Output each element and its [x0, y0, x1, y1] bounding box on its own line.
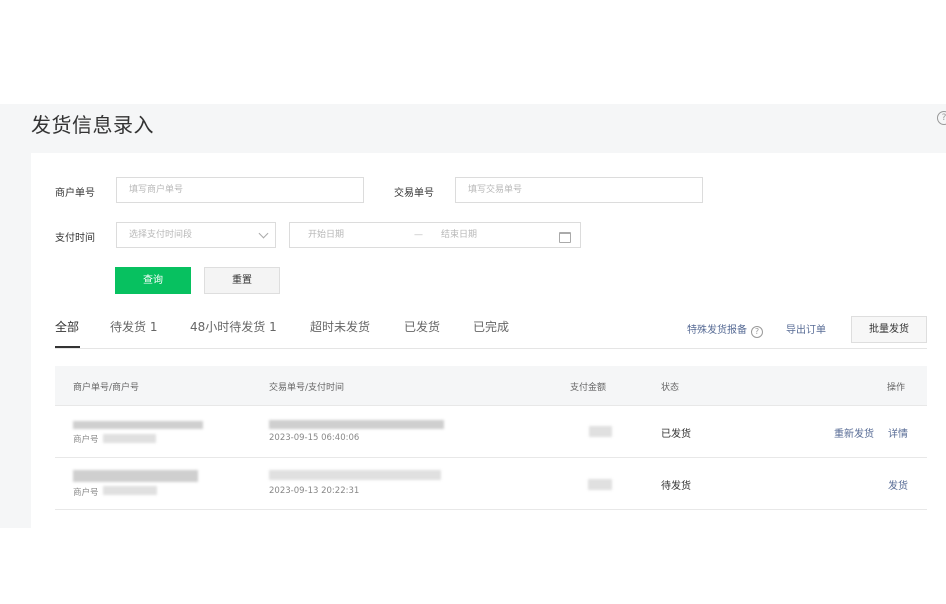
trade-no-input[interactable]: 填写交易单号 [455, 177, 703, 203]
trade-no-redacted [269, 420, 444, 429]
merchant-id-label: 商户号 [73, 435, 99, 445]
tab-completed[interactable]: 已完成 [473, 318, 509, 335]
date-range-picker[interactable]: 开始日期 — 结束日期 [289, 222, 581, 248]
tab-shipped[interactable]: 已发货 [404, 318, 440, 335]
col-amount: 支付金额 [570, 383, 607, 393]
tab-48h-pending[interactable]: 48小时待发货 1 [190, 318, 277, 335]
special-report-label: 特殊发货报备 [687, 325, 747, 336]
help-icon[interactable]: ? [937, 111, 946, 125]
date-start-placeholder: 开始日期 [308, 230, 345, 240]
page-title: 发货信息录入 [31, 113, 154, 137]
calendar-icon [559, 232, 571, 243]
pay-time: 2023-09-15 06:40:06 [269, 433, 360, 443]
date-end-placeholder: 结束日期 [441, 230, 478, 240]
query-button[interactable]: 查询 [115, 267, 191, 294]
detail-button[interactable]: 详情 [888, 425, 908, 440]
reset-button[interactable]: 重置 [204, 267, 280, 294]
merchant-id-redacted [103, 486, 157, 495]
question-circle-icon[interactable]: ? [751, 326, 763, 338]
pay-time-label: 支付时间 [55, 233, 95, 244]
tabs-divider [55, 348, 927, 349]
row-divider [55, 509, 927, 510]
date-separator: — [414, 230, 423, 240]
col-merchant: 商户单号/商户号 [73, 383, 140, 393]
merchant-order-label: 商户单号 [55, 188, 95, 199]
merchant-order-redacted [73, 470, 198, 482]
col-trade: 交易单号/支付时间 [269, 383, 345, 393]
status-badge: 待发货 [661, 481, 691, 492]
pay-time-select-value: 选择支付时间段 [129, 230, 193, 240]
pay-time-select[interactable]: 选择支付时间段 [116, 222, 276, 248]
row-divider [55, 457, 927, 458]
tab-pending[interactable]: 待发货 1 [110, 318, 157, 335]
merchant-order-input[interactable]: 填写商户单号 [116, 177, 364, 203]
col-actions: 操作 [887, 383, 906, 393]
chevron-down-icon [258, 228, 269, 239]
batch-ship-button[interactable]: 批量发货 [851, 316, 927, 343]
trade-no-label: 交易单号 [394, 188, 434, 199]
tab-all[interactable]: 全部 [55, 318, 79, 335]
status-badge: 已发货 [661, 429, 691, 440]
merchant-id-label: 商户号 [73, 488, 99, 498]
merchant-id-redacted [103, 434, 156, 443]
pay-time: 2023-09-13 20:22:31 [269, 486, 360, 496]
trade-no-redacted [269, 470, 441, 480]
tab-overdue[interactable]: 超时未发货 [310, 318, 370, 335]
amount-redacted [589, 426, 612, 437]
col-status: 状态 [661, 383, 680, 393]
export-orders-link[interactable]: 导出订单 [786, 321, 826, 336]
special-report-link[interactable]: 特殊发货报备? [687, 321, 763, 338]
reship-button[interactable]: 重新发货 [834, 425, 874, 440]
row-divider [55, 405, 927, 406]
amount-redacted [588, 479, 612, 490]
table-header: 商户单号/商户号 交易单号/支付时间 支付金额 状态 操作 [55, 366, 927, 406]
merchant-order-redacted [73, 421, 203, 429]
ship-button[interactable]: 发货 [888, 477, 908, 492]
